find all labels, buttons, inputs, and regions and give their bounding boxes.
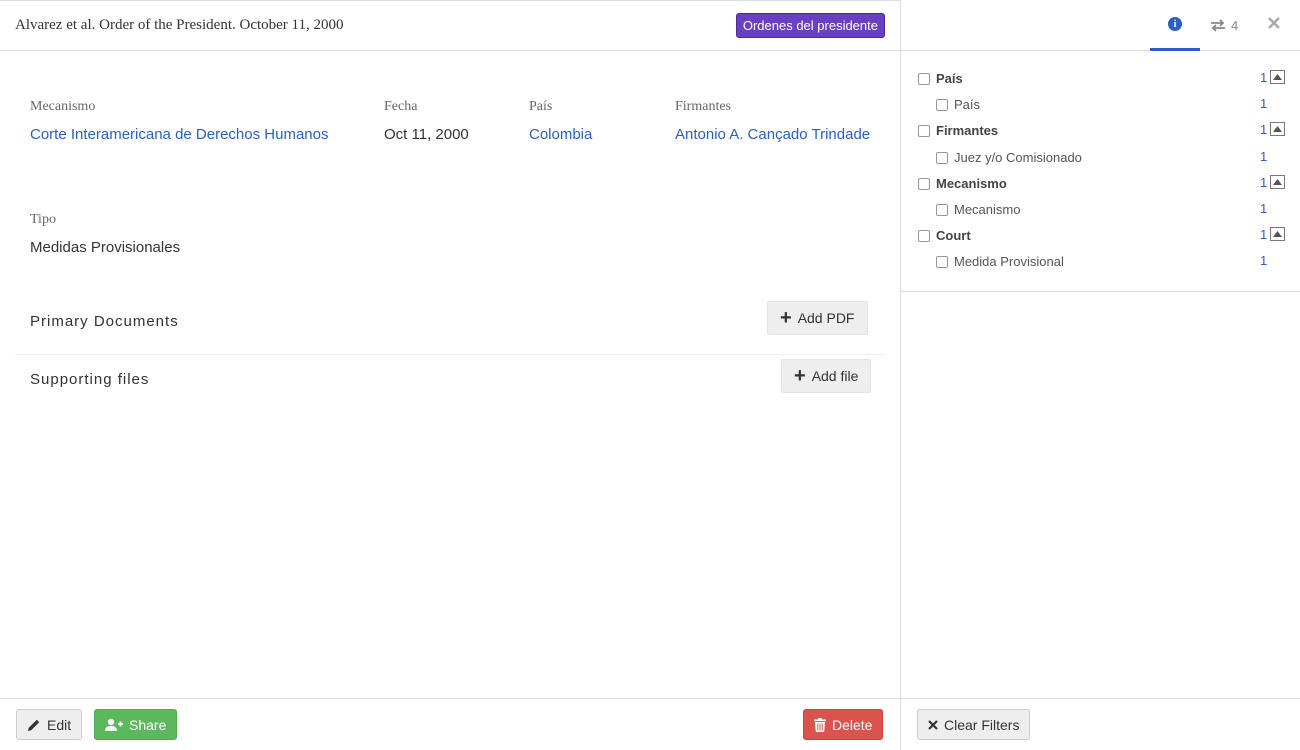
filter-option: Mecanismo 1	[901, 200, 1300, 220]
clear-filters-label: Clear Filters	[944, 716, 1020, 733]
side-panel-header: i 4	[901, 0, 1300, 51]
share-label: Share	[129, 716, 167, 733]
filter-checkbox[interactable]	[918, 73, 930, 85]
pais-label: País	[529, 99, 553, 114]
filter-count: 1	[1260, 149, 1268, 164]
plus-icon: +	[794, 365, 806, 387]
filter-count: 1	[1260, 253, 1268, 268]
delete-button[interactable]: Delete	[803, 709, 884, 740]
pais-link[interactable]: Colombia	[529, 126, 592, 143]
filter-checkbox[interactable]	[936, 152, 948, 164]
filter-checkbox[interactable]	[918, 125, 930, 137]
trash-icon	[814, 717, 826, 732]
filter-count: 1	[1260, 70, 1268, 85]
filter-option-label: Mecanismo	[954, 202, 1021, 217]
filter-option: Medida Provisional 1	[901, 252, 1300, 272]
filter-count: 1	[1260, 201, 1268, 216]
collapse-icon[interactable]	[1270, 227, 1285, 241]
filter-count: 1	[1260, 122, 1268, 137]
share-button[interactable]: Share	[94, 709, 178, 740]
pencil-icon	[28, 719, 40, 731]
filter-group-label: Mecanismo	[936, 176, 1007, 191]
tab-relations[interactable]: 4	[1210, 18, 1238, 33]
primary-documents-title: Primary Documents	[30, 313, 179, 330]
filter-checkbox[interactable]	[936, 256, 948, 268]
edit-button[interactable]: Edit	[16, 709, 83, 740]
filter-checkbox[interactable]	[918, 178, 930, 190]
document-panel: Alvarez et al. Order of the President. O…	[0, 0, 901, 750]
close-icon[interactable]	[1267, 16, 1281, 33]
collapse-icon[interactable]	[1270, 70, 1285, 84]
filter-option: Juez y/o Comisionado 1	[901, 148, 1300, 168]
filter-option-label: Medida Provisional	[954, 254, 1064, 269]
tipo-label: Tipo	[30, 212, 56, 227]
add-file-button[interactable]: + Add file	[781, 359, 872, 393]
document-title: Alvarez et al. Order of the President. O…	[15, 17, 344, 33]
fecha-value: Oct 11, 2000	[384, 126, 469, 143]
filter-group: País 1	[901, 69, 1300, 89]
user-plus-icon	[105, 718, 123, 731]
document-footer: Edit Share Delete	[0, 698, 900, 750]
exchange-icon	[1211, 19, 1225, 32]
filter-option-label: Juez y/o Comisionado	[954, 150, 1082, 165]
filter-list: País 1 País 1 Firmantes 1 Juez y/o Comis…	[901, 51, 1300, 292]
tipo-value: Medidas Provisionales	[30, 239, 181, 256]
edit-label: Edit	[47, 716, 72, 733]
mecanismo-link[interactable]: Corte Interamericana de Derechos Humanos	[30, 126, 328, 143]
collapse-icon[interactable]	[1270, 122, 1285, 136]
filter-checkbox[interactable]	[936, 99, 948, 111]
filter-group: Court 1	[901, 226, 1300, 246]
filter-checkbox[interactable]	[936, 204, 948, 216]
add-pdf-label: Add PDF	[797, 310, 855, 326]
filter-count: 1	[1260, 227, 1268, 242]
tab-info[interactable]: i	[1150, 0, 1200, 51]
document-header: Alvarez et al. Order of the President. O…	[0, 1, 900, 51]
document-type-badge: Ordenes del presidente	[735, 13, 885, 38]
filter-group: Firmantes 1	[901, 121, 1300, 141]
firmantes-label: Firmantes	[675, 99, 731, 114]
mecanismo-label: Mecanismo	[30, 99, 96, 114]
filter-group: Mecanismo 1	[901, 174, 1300, 194]
filter-group-label: Firmantes	[936, 123, 999, 138]
fecha-label: Fecha	[384, 99, 418, 114]
supporting-files-title: Supporting files	[30, 371, 150, 388]
close-icon	[928, 719, 938, 730]
relations-count: 4	[1231, 18, 1239, 33]
filter-group-label: Court	[936, 228, 971, 243]
add-pdf-button[interactable]: + Add PDF	[767, 301, 868, 335]
info-circle-icon: i	[1168, 17, 1182, 31]
side-panel-footer: Clear Filters	[901, 698, 1300, 750]
section-divider	[15, 354, 885, 355]
plus-icon: +	[780, 307, 792, 329]
side-panel: i 4 País 1 País 1 Firmantes 1 Juez y/o C…	[901, 0, 1300, 750]
filter-option: País 1	[901, 95, 1300, 115]
delete-label: Delete	[832, 716, 873, 733]
filter-checkbox[interactable]	[918, 230, 930, 242]
clear-filters-button[interactable]: Clear Filters	[917, 709, 1031, 740]
filter-option-label: País	[954, 97, 981, 112]
filter-count: 1	[1260, 96, 1268, 111]
filter-group-label: País	[936, 71, 963, 86]
firmantes-link[interactable]: Antonio A. Cançado Trindade	[675, 126, 870, 143]
add-file-label: Add file	[811, 368, 859, 384]
collapse-icon[interactable]	[1270, 175, 1285, 189]
filter-count: 1	[1260, 175, 1268, 190]
